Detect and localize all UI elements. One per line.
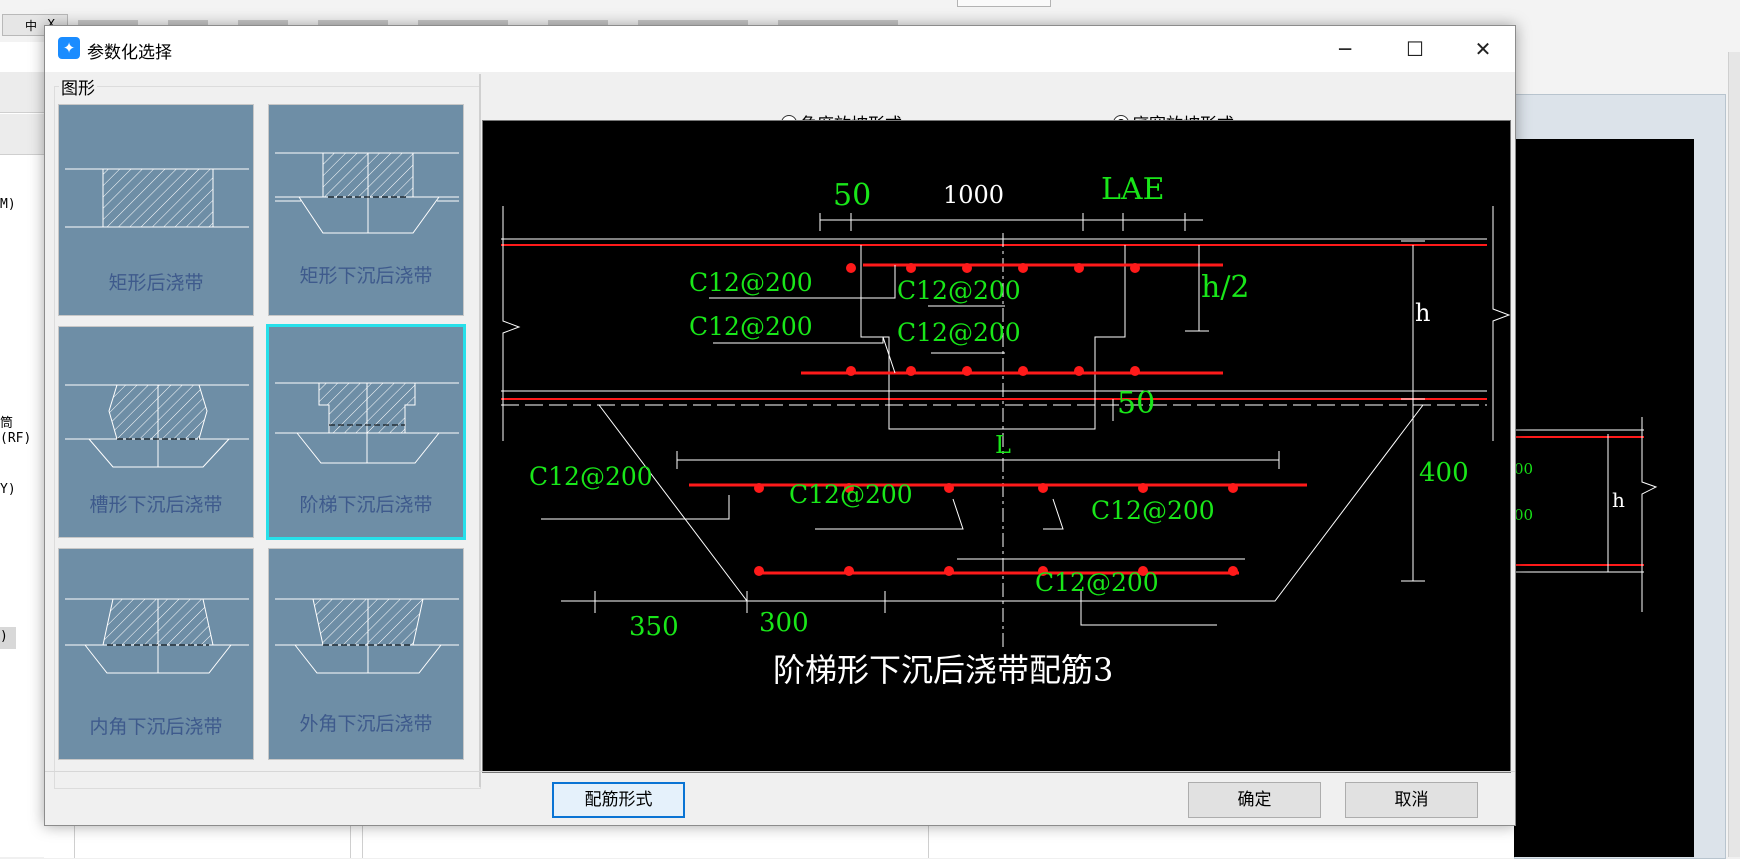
pin-icon: 中 [25, 19, 38, 33]
left-label-2: 筒(RF) [0, 416, 32, 446]
close-button[interactable]: ✕ [1449, 26, 1517, 72]
cancel-button[interactable]: 取消 [1345, 782, 1478, 818]
rebar-drawing: 50 1000 LAE h/2 h 50 L 400 350 300 C12@2… [501, 172, 1510, 689]
panel-separator [479, 74, 481, 787]
shape-label: 矩形下沉后浇带 [299, 265, 433, 287]
rebar-label: C12@200 [1091, 496, 1215, 525]
dialog-title: 参数化选择 [87, 43, 172, 63]
rebar-preview-canvas: 50 1000 LAE h/2 h 50 L 400 350 300 C12@2… [482, 120, 1511, 773]
shape-label: 槽形下沉后浇带 [89, 494, 223, 516]
rebar-label: C12@200 [897, 318, 1021, 347]
ok-button[interactable]: 确定 [1188, 782, 1321, 818]
rebar-label: C12@200 [689, 268, 813, 297]
shape-tile-step-sunk[interactable]: 阶梯下沉后浇带 [266, 324, 466, 540]
shape-tile-inner-angle-sunk[interactable]: 内角下沉后浇带 [58, 548, 254, 760]
left-selected-row[interactable]: ) [0, 627, 16, 649]
rebar-form-button[interactable]: 配筋形式 [552, 782, 685, 818]
preview-title: 阶梯形下沉后浇带配筋3 [773, 651, 1113, 689]
maximize-button[interactable]: ☐ [1381, 26, 1449, 72]
dim-300: 300 [759, 608, 809, 638]
shape-label: 阶梯下沉后浇带 [299, 494, 433, 516]
dim-h: h [1415, 299, 1430, 327]
app-logo-icon: ✦ [58, 37, 80, 59]
shape-label: 外角下沉后浇带 [299, 713, 433, 735]
shape-group-label: 图形 [59, 74, 97, 99]
left-panel-subheader [0, 114, 44, 155]
shape-tile-rect[interactable]: 矩形后浇带 [58, 104, 254, 316]
footer-divider [45, 771, 1515, 772]
left-label-3: Y) [0, 482, 16, 497]
toolbar-icons-strip [78, 14, 968, 29]
dim-50-mid: 50 [1117, 386, 1155, 421]
dim-lae: LAE [1101, 172, 1165, 207]
rebar-label: C12@200 [689, 312, 813, 341]
minimize-button[interactable]: ─ [1311, 26, 1379, 72]
background-bottom-panels [44, 824, 1514, 858]
dim-50-top: 50 [833, 178, 871, 213]
right-preview-drawing: 00 00 h [1514, 417, 1658, 612]
rebar-label: C12@200 [789, 480, 913, 509]
left-panel-header [0, 72, 44, 113]
background-right-preview: 00 00 h [1514, 42, 1740, 859]
dim-L: L [995, 431, 1011, 459]
svg-text:00: 00 [1514, 506, 1533, 524]
background-top-button[interactable] [957, 0, 1051, 7]
shape-tile-rect-sunk[interactable]: 矩形下沉后浇带 [268, 104, 464, 316]
shape-label: 矩形后浇带 [108, 272, 204, 294]
rebar-label: C12@200 [1035, 568, 1159, 597]
background-left-panel: M) 筒(RF) Y) [0, 42, 45, 857]
shape-tile-outer-angle-sunk[interactable]: 外角下沉后浇带 [268, 548, 464, 760]
shape-tile-groove-sunk[interactable]: 槽形下沉后浇带 [58, 326, 254, 538]
dim-400: 400 [1419, 458, 1469, 488]
rebar-label: C12@200 [529, 462, 653, 491]
svg-text:h: h [1612, 488, 1625, 512]
parametric-selection-dialog: ✦ 参数化选择 ─ ☐ ✕ 图形 矩形后浇带 矩形下沉后浇带 槽形下沉后浇带 阶… [44, 25, 1516, 826]
dialog-titlebar[interactable]: ✦ 参数化选择 ─ ☐ ✕ [45, 26, 1515, 72]
shape-label: 内角下沉后浇带 [89, 716, 223, 738]
dim-350: 350 [629, 612, 679, 642]
left-label-1: M) [0, 197, 16, 212]
dim-1000: 1000 [943, 181, 1004, 209]
rebar-label: C12@200 [897, 276, 1021, 305]
dim-h-half: h/2 [1201, 270, 1250, 305]
svg-text:00: 00 [1514, 460, 1533, 478]
